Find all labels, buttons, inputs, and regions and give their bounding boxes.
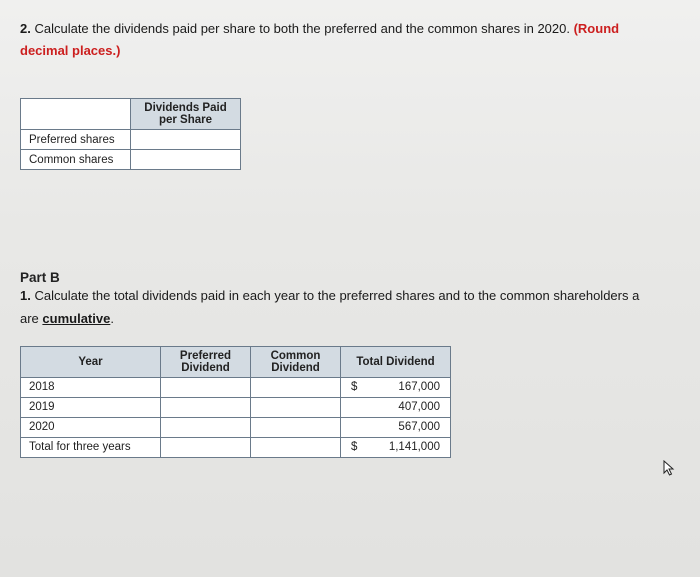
table-row: Preferred shares — [21, 130, 241, 150]
table-row: 2018 $167,000 — [21, 377, 451, 397]
preferred-2020-input[interactable] — [161, 417, 251, 437]
preferred-total-input[interactable] — [161, 437, 251, 457]
preferred-2018-input[interactable] — [161, 377, 251, 397]
total-dividends-table: Year Preferred Dividend Common Dividend … — [20, 346, 451, 458]
common-dividend-header: Common Dividend — [251, 346, 341, 377]
year-total: Total for three years — [21, 437, 161, 457]
preferred-2019-input[interactable] — [161, 397, 251, 417]
common-2018-input[interactable] — [251, 377, 341, 397]
total-threeyears: $1,141,000 — [341, 437, 451, 457]
part-b-question-1: 1. Calculate the total dividends paid in… — [20, 287, 700, 305]
common-2019-input[interactable] — [251, 397, 341, 417]
dividends-paid-header: Dividends Paid per Share — [131, 99, 241, 130]
partb-q1-number: 1. — [20, 288, 31, 303]
table-row: Total for three years $1,141,000 — [21, 437, 451, 457]
table-row: Common shares — [21, 150, 241, 170]
partb-q1-text: Calculate the total dividends paid in ea… — [34, 288, 639, 303]
total-2018: $167,000 — [341, 377, 451, 397]
partb-q1-are: are — [20, 311, 42, 326]
year-2019: 2019 — [21, 397, 161, 417]
empty-corner-cell — [21, 99, 131, 130]
table-row: 2019 407,000 — [21, 397, 451, 417]
year-header: Year — [21, 346, 161, 377]
question-2-text: Calculate the dividends paid per share t… — [34, 21, 573, 36]
question-2-line1: 2. Calculate the dividends paid per shar… — [20, 20, 700, 38]
total-2019: 407,000 — [341, 397, 451, 417]
common-2020-input[interactable] — [251, 417, 341, 437]
common-total-input[interactable] — [251, 437, 341, 457]
dividends-per-share-table: Dividends Paid per Share Preferred share… — [20, 98, 241, 170]
common-shares-label: Common shares — [21, 150, 131, 170]
common-shares-input[interactable] — [131, 150, 241, 170]
preferred-shares-label: Preferred shares — [21, 130, 131, 150]
total-dividend-header: Total Dividend — [341, 346, 451, 377]
year-2020: 2020 — [21, 417, 161, 437]
partb-q1-period: . — [110, 311, 114, 326]
cursor-icon — [662, 460, 676, 478]
round-note-rest: decimal places.) — [20, 43, 120, 58]
table-row: Dividends Paid per Share — [21, 99, 241, 130]
year-2018: 2018 — [21, 377, 161, 397]
preferred-shares-input[interactable] — [131, 130, 241, 150]
table-row: 2020 567,000 — [21, 417, 451, 437]
question-number: 2. — [20, 21, 31, 36]
preferred-dividend-header: Preferred Dividend — [161, 346, 251, 377]
table-header-row: Year Preferred Dividend Common Dividend … — [21, 346, 451, 377]
part-b-heading: Part B — [20, 270, 700, 285]
question-2-line2: decimal places.) — [20, 42, 700, 60]
round-note-lead: (Round — [574, 21, 619, 36]
total-2020: 567,000 — [341, 417, 451, 437]
cumulative-word: cumulative — [42, 311, 110, 326]
part-b-question-1-line2: are cumulative. — [20, 310, 700, 328]
